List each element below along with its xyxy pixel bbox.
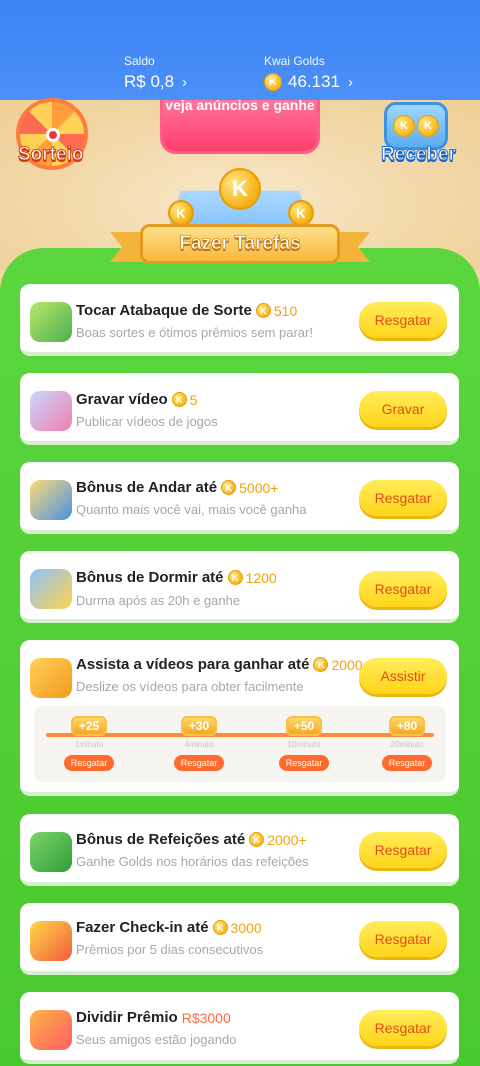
resgatar-button[interactable]: Resgatar (359, 1010, 447, 1046)
milestone-time: 10minuto (287, 740, 321, 749)
coin-icon: K (212, 920, 228, 935)
meal-icon (30, 832, 72, 872)
coin-icon: K (221, 480, 237, 495)
gravar-button[interactable]: Gravar (359, 391, 447, 427)
video-camera-icon (30, 658, 72, 698)
moon-icon (30, 569, 72, 609)
task-title: Bônus de Andar até (76, 479, 218, 496)
calendar-icon (30, 921, 72, 961)
milestone-reward: +25 (70, 716, 108, 736)
task-title: Fazer Check-in até (76, 919, 209, 936)
promo-card[interactable]: veja anúncios e ganhe (160, 92, 320, 154)
resgatar-button[interactable]: Resgatar (359, 480, 447, 516)
top-header: Saldo R$ 0,8 › Kwai Golds K 46.131 › (0, 0, 480, 100)
resgatar-button[interactable]: Resgatar (359, 302, 447, 338)
milestone-reward: +50 (285, 716, 323, 736)
coin-basket-icon[interactable]: K K (384, 102, 448, 150)
section-ribbon: Fazer Tarefas (110, 222, 370, 268)
milestone-time: 20minuto (390, 740, 424, 749)
section-title: Fazer Tarefas (140, 224, 340, 264)
kwai-coin-icon: K (264, 73, 282, 91)
coin-icon: K (313, 657, 329, 672)
coin-icon: K (227, 570, 243, 585)
milestone-strip: +25 1minuto Resgatar +30 4minuto Resgata… (34, 706, 446, 782)
golds-value: 46.131 (288, 72, 340, 91)
task-card: Bônus de Refeições até K 2000+ Ganhe Gold… (20, 814, 459, 886)
task-reward: 1200 (245, 569, 277, 586)
task-title: Dividir Prêmio (76, 1009, 178, 1026)
task-card: Dividir Prêmio R$3000 Seus amigos estão … (20, 992, 459, 1064)
big-coin-icon: K (219, 168, 261, 210)
task-card: Assista a vídeos para ganhar até K 2000 D… (20, 640, 459, 796)
task-title: Bônus de Refeições até (76, 831, 246, 848)
task-subtitle: Seus amigos estão jogando (76, 1032, 237, 1047)
milestone-resgatar-button[interactable]: Resgatar (63, 755, 115, 771)
sorteio-label[interactable]: Sorteio (17, 144, 83, 166)
coin-icon: K (249, 832, 265, 847)
task-card: Gravar vídeo K5 Publicar vídeos de jogos… (20, 373, 459, 445)
milestone-resgatar-button[interactable]: Resgatar (278, 755, 330, 771)
task-reward: 3000 (230, 919, 262, 936)
task-subtitle: Prêmios por 5 dias consecutivos (76, 942, 264, 957)
saldo-value: R$ 0,8 (124, 72, 175, 91)
coin-icon: K (417, 115, 439, 137)
saldo-stat[interactable]: Saldo R$ 0,8 › (124, 54, 187, 92)
task-subtitle: Boas sortes e ótimos prêmios sem parar! (76, 325, 313, 340)
task-subtitle: Ganhe Golds nos horários das refeições (76, 854, 309, 869)
task-title: Bônus de Dormir até (76, 569, 224, 586)
chevron-right-icon: › (348, 73, 353, 91)
receber-label[interactable]: Receber (381, 144, 457, 166)
task-subtitle: Publicar vídeos de jogos (76, 414, 218, 429)
milestone-time: 4minuto (184, 740, 214, 749)
task-card: Bônus de Dormir até K 1200 Durma após as … (20, 551, 459, 623)
task-card: Bônus de Andar até K 5000+ Quanto mais vo… (20, 462, 459, 534)
task-title: Tocar Atabaque de Sorte (76, 302, 252, 319)
assistir-button[interactable]: Assistir (359, 658, 447, 694)
milestone: +25 1minuto Resgatar (54, 716, 124, 771)
task-card: Fazer Check-in até K 3000 Prêmios por 5 d… (20, 903, 459, 975)
drum-icon (30, 302, 72, 342)
task-reward: 5000+ (239, 479, 279, 496)
camera-icon (30, 391, 72, 431)
resgatar-button[interactable]: Resgatar (359, 832, 447, 868)
task-reward: 510 (273, 302, 298, 319)
task-card: Tocar Atabaque de Sorte K 510 Boas sortes… (20, 284, 459, 356)
milestone-resgatar-button[interactable]: Resgatar (173, 755, 225, 771)
golds-label: Kwai Golds (264, 54, 325, 68)
task-reward: 2000 (331, 656, 363, 673)
saldo-label: Saldo (124, 54, 155, 68)
task-reward: 5 (189, 391, 198, 408)
task-subtitle: Quanto mais você vai, mais você ganha (76, 502, 307, 517)
task-reward: 2000+ (267, 831, 307, 848)
milestone: +80 20minuto Resgatar (372, 716, 442, 771)
milestone-time: 1minuto (74, 740, 104, 749)
coin-icon: K (171, 392, 187, 407)
task-panel: Tocar Atabaque de Sorte K 510 Boas sortes… (0, 248, 480, 1066)
coin-icon: K (393, 115, 415, 137)
gift-icon (30, 1010, 72, 1050)
task-subtitle: Deslize os vídeos para obter facilmente (76, 679, 304, 694)
walking-icon (30, 480, 72, 520)
task-subtitle: Durma após as 20h e ganhe (76, 593, 241, 608)
chevron-right-icon: › (182, 73, 188, 91)
milestone-reward: +80 (388, 716, 426, 736)
wheel-hub (46, 128, 60, 142)
kwai-golds-stat[interactable]: Kwai Golds K 46.131 › (264, 54, 353, 92)
coin-icon: K (255, 303, 271, 318)
task-title: Gravar vídeo (76, 391, 168, 408)
resgatar-button[interactable]: Resgatar (359, 571, 447, 607)
milestone-resgatar-button[interactable]: Resgatar (381, 755, 433, 771)
milestone-reward: +30 (180, 716, 218, 736)
task-title: Assista a vídeos para ganhar até (76, 656, 310, 673)
task-reward: R$3000 (181, 1009, 231, 1026)
milestone: +30 4minuto Resgatar (164, 716, 234, 771)
milestone: +50 10minuto Resgatar (269, 716, 339, 771)
resgatar-button[interactable]: Resgatar (359, 921, 447, 957)
